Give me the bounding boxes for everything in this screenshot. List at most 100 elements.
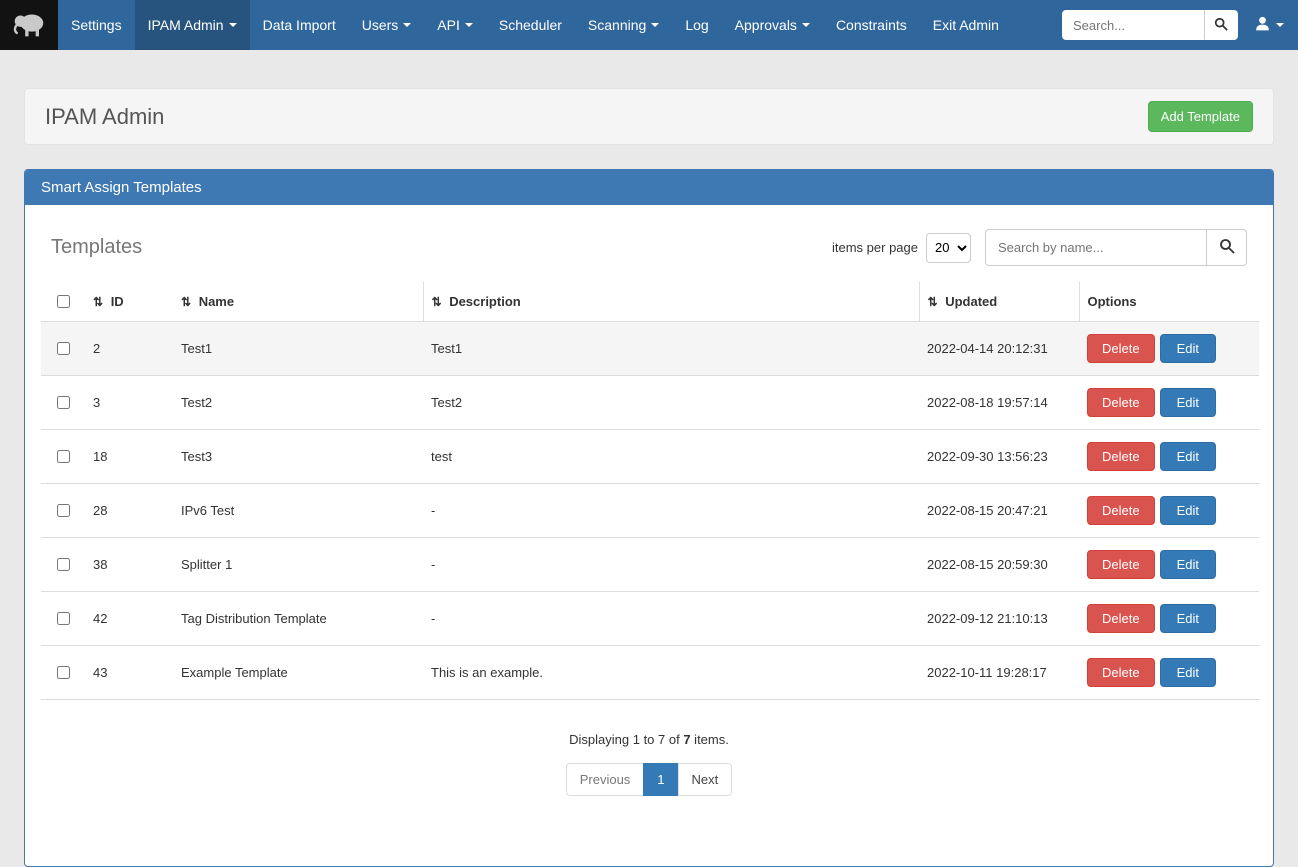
items-per-page-select[interactable]: 20 bbox=[926, 233, 971, 263]
name-search-button[interactable] bbox=[1207, 229, 1247, 266]
row-checkbox[interactable] bbox=[57, 666, 70, 679]
cell-name: IPv6 Test bbox=[173, 484, 423, 538]
delete-button[interactable]: Delete bbox=[1087, 604, 1155, 633]
templates-heading: Templates bbox=[51, 236, 142, 259]
nav-item-settings[interactable]: Settings bbox=[58, 0, 135, 50]
add-template-button[interactable]: Add Template bbox=[1148, 101, 1253, 132]
header-id[interactable]: ⇅ ID bbox=[85, 282, 173, 322]
edit-button[interactable]: Edit bbox=[1160, 388, 1216, 417]
row-checkbox[interactable] bbox=[57, 450, 70, 463]
cell-updated: 2022-04-14 20:12:31 bbox=[919, 322, 1079, 376]
table-row: 3Test2Test22022-08-18 19:57:14DeleteEdit bbox=[41, 376, 1259, 430]
global-search-input[interactable] bbox=[1062, 10, 1204, 40]
nav-item-data-import[interactable]: Data Import bbox=[250, 0, 349, 50]
name-search-input[interactable] bbox=[985, 229, 1207, 266]
row-checkbox[interactable] bbox=[57, 612, 70, 625]
header-name[interactable]: ⇅ Name bbox=[173, 282, 423, 322]
sort-icon: ⇅ bbox=[93, 295, 103, 309]
cell-options: DeleteEdit bbox=[1079, 646, 1259, 700]
cell-id: 18 bbox=[85, 430, 173, 484]
cell-name: Test3 bbox=[173, 430, 423, 484]
page-1-button[interactable]: 1 bbox=[643, 763, 678, 796]
table-summary: Displaying 1 to 7 of 7 items. bbox=[41, 732, 1257, 747]
page-header: IPAM Admin Add Template bbox=[24, 88, 1274, 145]
row-checkbox[interactable] bbox=[57, 396, 70, 409]
nav-item-constraints[interactable]: Constraints bbox=[823, 0, 920, 50]
global-search-group bbox=[1062, 10, 1238, 40]
delete-button[interactable]: Delete bbox=[1087, 442, 1155, 471]
cell-description: - bbox=[423, 592, 919, 646]
summary-total: 7 bbox=[683, 732, 690, 747]
nav-item-label: Users bbox=[362, 17, 399, 33]
cell-options: DeleteEdit bbox=[1079, 484, 1259, 538]
user-menu[interactable] bbox=[1254, 15, 1284, 35]
edit-button[interactable]: Edit bbox=[1160, 550, 1216, 579]
page-title: IPAM Admin bbox=[45, 104, 164, 130]
cell-description: - bbox=[423, 538, 919, 592]
row-checkbox[interactable] bbox=[57, 558, 70, 571]
cell-updated: 2022-08-15 20:59:30 bbox=[919, 538, 1079, 592]
edit-button[interactable]: Edit bbox=[1160, 604, 1216, 633]
summary-prefix: Displaying 1 to 7 of bbox=[569, 732, 683, 747]
chevron-down-icon bbox=[229, 23, 237, 27]
cell-description: This is an example. bbox=[423, 646, 919, 700]
chevron-down-icon bbox=[1276, 23, 1284, 27]
nav-item-users[interactable]: Users bbox=[349, 0, 425, 50]
navbar-menu: Settings IPAM Admin Data Import Users API Sch… bbox=[58, 0, 1012, 50]
row-checkbox[interactable] bbox=[57, 504, 70, 517]
header-description[interactable]: ⇅ Description bbox=[423, 282, 919, 322]
nav-item-label: Scheduler bbox=[499, 17, 562, 33]
nav-item-log[interactable]: Log bbox=[672, 0, 721, 50]
cell-name: Example Template bbox=[173, 646, 423, 700]
nav-item-approvals[interactable]: Approvals bbox=[722, 0, 823, 50]
items-per-page-label: items per page bbox=[832, 240, 918, 255]
select-all-checkbox[interactable] bbox=[57, 295, 70, 308]
row-checkbox[interactable] bbox=[57, 342, 70, 355]
nav-item-api[interactable]: API bbox=[424, 0, 486, 50]
navbar-right bbox=[1062, 0, 1298, 50]
table-header-row: ⇅ ID ⇅ Name ⇅ Description ⇅ Updated bbox=[41, 282, 1259, 322]
edit-button[interactable]: Edit bbox=[1160, 496, 1216, 525]
cell-id: 28 bbox=[85, 484, 173, 538]
delete-button[interactable]: Delete bbox=[1087, 334, 1155, 363]
cell-description: - bbox=[423, 484, 919, 538]
next-page-button[interactable]: Next bbox=[678, 763, 733, 796]
nav-item-label: Settings bbox=[71, 17, 122, 33]
edit-button[interactable]: Edit bbox=[1160, 442, 1216, 471]
brand-logo[interactable] bbox=[0, 0, 58, 50]
header-updated-label: Updated bbox=[945, 294, 997, 309]
top-navbar: Settings IPAM Admin Data Import Users API Sch… bbox=[0, 0, 1298, 50]
cell-id: 42 bbox=[85, 592, 173, 646]
cell-id: 38 bbox=[85, 538, 173, 592]
cell-options: DeleteEdit bbox=[1079, 538, 1259, 592]
pagination: Previous 1 Next bbox=[566, 763, 733, 796]
cell-description: Test2 bbox=[423, 376, 919, 430]
edit-button[interactable]: Edit bbox=[1160, 658, 1216, 687]
sort-icon: ⇅ bbox=[928, 295, 938, 309]
header-description-label: Description bbox=[449, 294, 521, 309]
table-row: 42Tag Distribution Template-2022-09-12 2… bbox=[41, 592, 1259, 646]
header-updated[interactable]: ⇅ Updated bbox=[919, 282, 1079, 322]
delete-button[interactable]: Delete bbox=[1087, 496, 1155, 525]
nav-item-ipam-admin[interactable]: IPAM Admin bbox=[135, 0, 250, 50]
table-row: 2Test1Test12022-04-14 20:12:31DeleteEdit bbox=[41, 322, 1259, 376]
nav-item-label: Scanning bbox=[588, 17, 646, 33]
search-icon bbox=[1219, 238, 1235, 257]
nav-item-scheduler[interactable]: Scheduler bbox=[486, 0, 575, 50]
delete-button[interactable]: Delete bbox=[1087, 550, 1155, 579]
nav-item-exit-admin[interactable]: Exit Admin bbox=[920, 0, 1012, 50]
header-id-label: ID bbox=[111, 294, 124, 309]
header-name-label: Name bbox=[199, 294, 234, 309]
chevron-down-icon bbox=[651, 23, 659, 27]
table-row: 28IPv6 Test-2022-08-15 20:47:21DeleteEdi… bbox=[41, 484, 1259, 538]
header-options-label: Options bbox=[1088, 294, 1137, 309]
nav-item-label: Data Import bbox=[263, 17, 336, 33]
table-row: 43Example TemplateThis is an example.202… bbox=[41, 646, 1259, 700]
previous-page-button[interactable]: Previous bbox=[566, 763, 645, 796]
table-toolbar: Templates items per page 20 bbox=[41, 221, 1257, 282]
edit-button[interactable]: Edit bbox=[1160, 334, 1216, 363]
nav-item-scanning[interactable]: Scanning bbox=[575, 0, 672, 50]
delete-button[interactable]: Delete bbox=[1087, 658, 1155, 687]
global-search-button[interactable] bbox=[1204, 10, 1238, 40]
delete-button[interactable]: Delete bbox=[1087, 388, 1155, 417]
